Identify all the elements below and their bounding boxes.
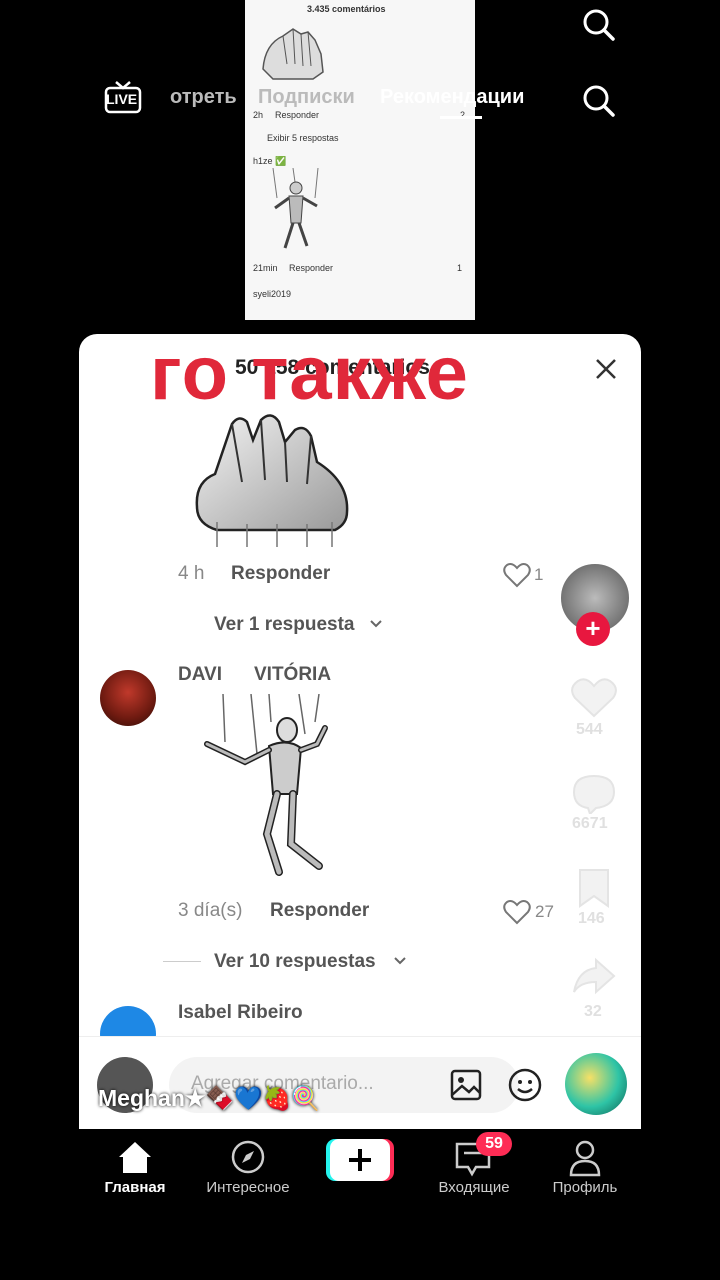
plus-icon xyxy=(349,1149,371,1171)
like-count: 544 xyxy=(576,721,603,738)
comment3-author[interactable]: Isabel Ribeiro xyxy=(178,1002,303,1024)
comment2-view-replies[interactable]: Ver 10 respuestas xyxy=(214,951,376,973)
comments-sheet: 50 158 comentarios 4 h Responder 1 Ver 1… xyxy=(79,334,641,1129)
inbox-badge: 59 xyxy=(476,1132,512,1156)
comment-input-bar: Agregar comentario... xyxy=(79,1036,641,1129)
comment2-likes: 27 xyxy=(535,902,554,921)
creator-name[interactable]: Meghan★🍫💙🍓🍭 xyxy=(98,1085,320,1112)
home-icon xyxy=(119,1142,151,1173)
puppet-sticker xyxy=(204,694,328,876)
tab-following[interactable]: Подписки xyxy=(258,86,355,109)
divider-line xyxy=(163,961,201,962)
search-icon[interactable] xyxy=(580,82,616,118)
emoji-icon[interactable] xyxy=(507,1067,543,1103)
comment2-reply-button[interactable]: Responder xyxy=(270,900,369,922)
hand-sticker xyxy=(195,414,349,547)
nav-home[interactable]: Главная xyxy=(95,1137,175,1209)
inset-row2-reply: Responder xyxy=(289,263,334,273)
overlay-caption: го также xyxy=(150,331,469,416)
heart-icon[interactable] xyxy=(503,562,531,588)
follow-plus-icon[interactable]: + xyxy=(576,612,610,646)
tab-recommended[interactable]: Рекомендации xyxy=(380,86,524,109)
comment1-likes: 1 xyxy=(534,565,544,584)
comment-count: 6671 xyxy=(572,815,608,832)
nav-inbox-label: Входящие xyxy=(438,1179,510,1196)
avatar[interactable] xyxy=(100,670,156,726)
comment1-time: 4 h xyxy=(178,563,205,584)
nav-discover-label: Интересное xyxy=(206,1179,290,1196)
share-count: 32 xyxy=(584,1003,602,1020)
save-count: 146 xyxy=(578,910,605,927)
comment2-author-a[interactable]: DAVI xyxy=(178,664,222,686)
bottom-nav: Главная Интересное 59 Входящие Профиль xyxy=(0,1129,720,1209)
close-icon[interactable] xyxy=(594,357,618,381)
comment2-author-b[interactable]: VITÓRIA xyxy=(254,664,331,686)
comment1-view-replies[interactable]: Ver 1 respuesta xyxy=(214,614,354,636)
heart-icon[interactable] xyxy=(570,676,618,718)
avatar[interactable] xyxy=(565,1053,627,1115)
search-icon[interactable] xyxy=(580,6,616,42)
top-nav: LIVE отреть Подписки Рекомендации xyxy=(0,60,720,140)
heart-icon[interactable] xyxy=(503,899,531,925)
share-icon[interactable] xyxy=(572,956,616,996)
inset-user1: h1ze ✅ xyxy=(253,156,287,166)
inset-row2-time: 21min xyxy=(253,263,278,273)
nav-home-label: Главная xyxy=(104,1179,166,1196)
comment-icon[interactable] xyxy=(570,772,618,814)
video-inset-screenshot: 3.435 comentários 2h Responder 2 Exibir … xyxy=(245,0,475,320)
nav-inbox[interactable]: 59 Входящие xyxy=(424,1132,524,1209)
nav-profile[interactable]: Профиль xyxy=(540,1137,630,1209)
tab-watch[interactable]: отреть xyxy=(170,86,237,109)
profile-icon xyxy=(569,1140,601,1177)
comment2-time: 3 día(s) xyxy=(178,900,243,921)
nav-profile-label: Профиль xyxy=(552,1179,618,1196)
image-icon[interactable] xyxy=(449,1068,483,1102)
comment1-reply-button[interactable]: Responder xyxy=(231,563,330,585)
create-button[interactable] xyxy=(326,1139,394,1181)
inset-user2: syeli2019 xyxy=(253,289,292,299)
nav-discover[interactable]: Интересное xyxy=(198,1137,298,1209)
inset-row2-likes: 1 xyxy=(457,263,463,273)
inset-title: 3.435 comentários xyxy=(307,4,386,14)
chevron-down-icon xyxy=(394,957,406,965)
bookmark-icon[interactable] xyxy=(572,866,616,910)
live-label: LIVE xyxy=(106,91,138,107)
active-tab-indicator xyxy=(440,116,482,119)
inset-puppet-drawing xyxy=(272,168,319,249)
chevron-down-icon xyxy=(370,620,382,628)
live-button[interactable]: LIVE xyxy=(104,80,144,116)
compass-icon xyxy=(231,1140,265,1174)
